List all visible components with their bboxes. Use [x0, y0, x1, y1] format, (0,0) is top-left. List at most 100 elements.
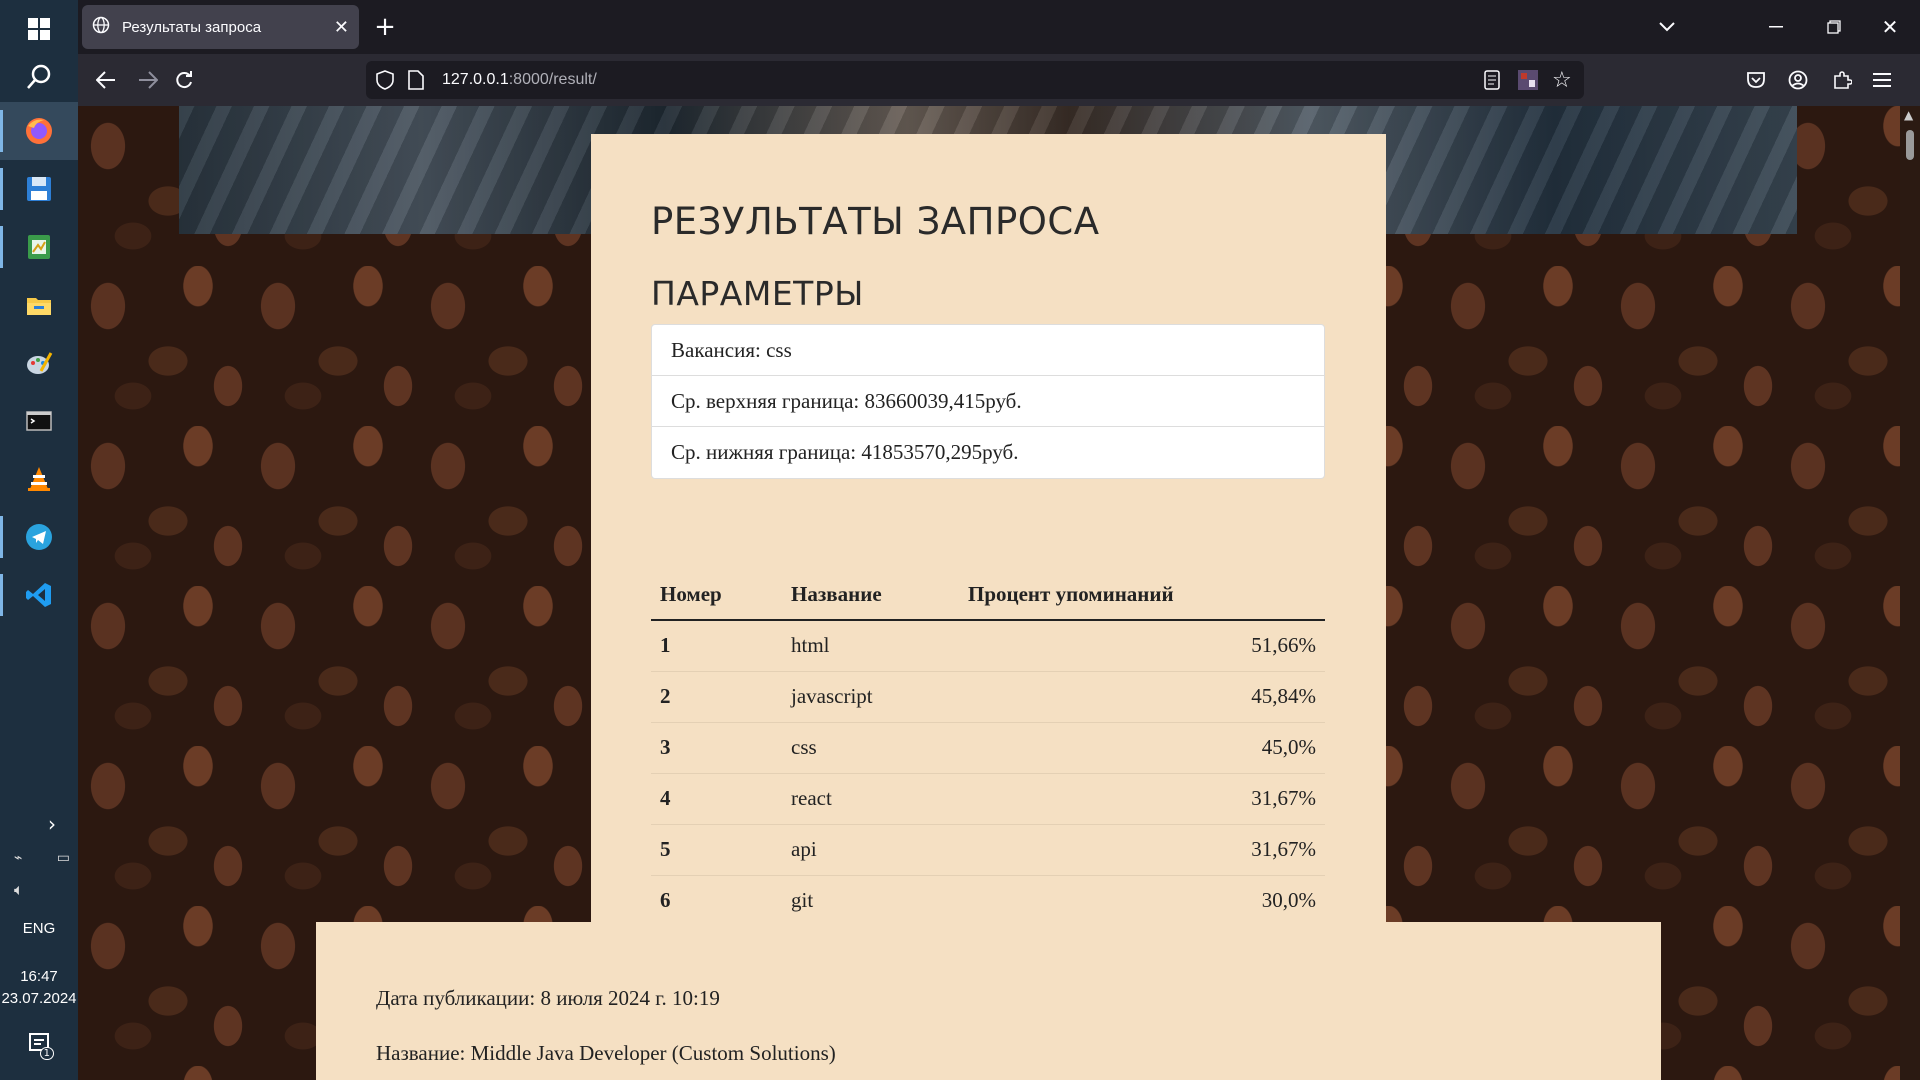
scroll-up-icon[interactable]: ▲: [1904, 108, 1913, 122]
chevron-right-icon: ›: [48, 812, 56, 836]
display-icon[interactable]: ▭: [57, 850, 70, 874]
params-list: Вакансия: css Ср. верхняя граница: 83660…: [651, 324, 1325, 479]
bookmark-star-icon[interactable]: ☆: [1552, 68, 1572, 93]
arrow-right-icon: [139, 71, 158, 89]
volume-icon[interactable]: 🔈︎: [14, 880, 24, 900]
pocket-button[interactable]: [1738, 62, 1774, 98]
minimize-button[interactable]: [1756, 10, 1796, 44]
taskbar-file-explorer[interactable]: [0, 276, 78, 334]
chevron-down-icon: [1659, 22, 1675, 32]
table-row: 6 git 30,0%: [651, 875, 1325, 927]
tray-expand-button[interactable]: ›: [0, 804, 78, 844]
vscode-icon: [24, 580, 54, 610]
row-percent: 30,0%: [959, 875, 1325, 927]
pocket-icon: [1747, 72, 1765, 88]
vacancy-date: Дата публикации: 8 июля 2024 г. 10:19: [376, 986, 720, 1010]
windows-logo-icon: [24, 14, 54, 44]
plus-icon: +: [374, 12, 396, 42]
spreadsheet-icon: [24, 232, 54, 262]
header-number: Номер: [651, 569, 782, 621]
globe-icon: [92, 16, 110, 38]
list-tabs-button[interactable]: [1650, 10, 1684, 44]
paint-icon: [24, 348, 54, 378]
search-button[interactable]: [0, 48, 78, 106]
notification-button[interactable]: 1: [28, 1032, 54, 1060]
table-row: 1 html 51,66%: [651, 620, 1325, 672]
extension-thumbnail-icon[interactable]: [1518, 70, 1538, 94]
row-percent: 31,67%: [959, 773, 1325, 825]
shield-icon[interactable]: [376, 70, 394, 94]
results-card: РЕЗУЛЬТАТЫ ЗАПРОСА ПАРАМЕТРЫ Вакансия: c…: [591, 134, 1386, 927]
restore-button[interactable]: [1814, 10, 1854, 44]
page-scrollbar[interactable]: ▲: [1900, 106, 1920, 1080]
puzzle-icon: [1834, 71, 1852, 89]
row-number: 2: [651, 671, 782, 723]
vacancy-name: Название: Middle Java Developer (Custom …: [376, 1041, 836, 1065]
row-percent: 45,84%: [959, 671, 1325, 723]
close-icon: ✕: [1881, 15, 1899, 39]
row-skill: html: [782, 620, 959, 672]
account-button[interactable]: [1780, 62, 1816, 98]
hamburger-icon: [1873, 73, 1891, 87]
minimize-icon: [1769, 26, 1783, 28]
taskbar-vscode[interactable]: [0, 566, 78, 624]
browser-tabbar: Результаты запроса ✕ + ✕: [78, 0, 1920, 54]
taskbar-vlc[interactable]: [0, 450, 78, 508]
account-icon: [1788, 70, 1808, 90]
param-lower-bound: Ср. нижняя граница: 41853570,295руб.: [671, 440, 1019, 464]
reload-icon: [176, 71, 192, 89]
search-icon: [24, 62, 54, 92]
browser-tab[interactable]: Результаты запроса ✕: [82, 5, 359, 49]
taskbar-sheet-app[interactable]: [0, 218, 78, 276]
close-window-button[interactable]: ✕: [1870, 10, 1910, 44]
scrollbar-thumb[interactable]: [1906, 130, 1914, 160]
taskbar-terminal[interactable]: [0, 392, 78, 450]
vacancy-card: Дата публикации: 8 июля 2024 г. 10:19 На…: [316, 922, 1661, 1080]
reload-button[interactable]: [166, 62, 202, 98]
taskbar-save-app[interactable]: [0, 160, 78, 218]
back-button[interactable]: [88, 62, 124, 98]
terminal-icon: [24, 406, 54, 436]
language-indicator[interactable]: ENG: [0, 920, 78, 937]
row-skill: react: [782, 773, 959, 825]
row-percent: 51,66%: [959, 620, 1325, 672]
arrow-left-icon: [96, 71, 115, 89]
page-info-icon[interactable]: [408, 70, 424, 94]
row-number: 3: [651, 722, 782, 774]
tab-title: Результаты запроса: [122, 18, 262, 36]
row-number: 1: [651, 620, 782, 672]
taskbar-telegram[interactable]: [0, 508, 78, 566]
page-title: РЕЗУЛЬТАТЫ ЗАПРОСА: [651, 200, 1100, 243]
network-icon[interactable]: ⌁: [14, 850, 22, 874]
row-percent: 45,0%: [959, 722, 1325, 774]
extensions-button[interactable]: [1824, 62, 1860, 98]
params-title: ПАРАМЕТРЫ: [651, 274, 864, 313]
taskbar-firefox[interactable]: [0, 102, 78, 160]
row-skill: css: [782, 722, 959, 774]
table-row: 2 javascript 45,84%: [651, 671, 1325, 723]
telegram-icon: [24, 522, 54, 552]
url-text[interactable]: 127.0.0.1:8000/result/: [442, 71, 597, 89]
table-row: 3 css 45,0%: [651, 722, 1325, 774]
taskbar-paint-app[interactable]: [0, 334, 78, 392]
reader-view-icon[interactable]: [1484, 70, 1500, 94]
menu-button[interactable]: [1864, 62, 1900, 98]
row-skill: git: [782, 875, 959, 927]
table-row: 4 react 31,67%: [651, 773, 1325, 825]
row-percent: 31,67%: [959, 824, 1325, 876]
forward-button[interactable]: [130, 62, 166, 98]
new-tab-button[interactable]: +: [368, 10, 402, 44]
clock-time[interactable]: 16:47: [0, 968, 78, 985]
close-tab-icon[interactable]: ✕: [334, 17, 349, 38]
notification-count: 1: [39, 1047, 54, 1060]
skills-table: Номер Название Процент упоминаний 1 html…: [651, 569, 1325, 927]
folder-icon: [24, 290, 54, 320]
row-skill: javascript: [782, 671, 959, 723]
floppy-icon: [24, 174, 54, 204]
firefox-icon: [24, 116, 54, 146]
url-host: 127.0.0.1: [442, 71, 509, 88]
page-viewport: РЕЗУЛЬТАТЫ ЗАПРОСА ПАРАМЕТРЫ Вакансия: c…: [78, 106, 1900, 1080]
clock-date[interactable]: 23.07.2024: [0, 990, 78, 1007]
row-number: 6: [651, 875, 782, 927]
address-bar[interactable]: 127.0.0.1:8000/result/ ☆: [366, 61, 1584, 99]
